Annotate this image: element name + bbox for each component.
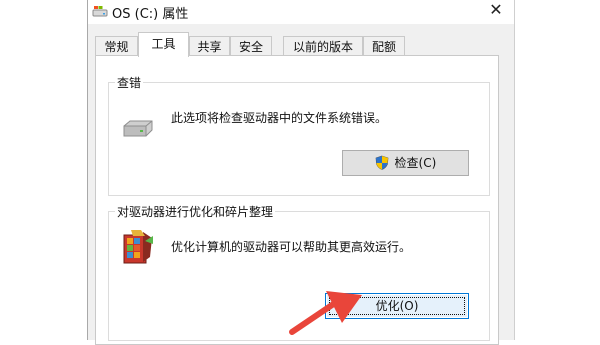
drive-icon <box>121 118 155 144</box>
tab-security-label: 安全 <box>238 40 263 54</box>
close-button[interactable]: ✕ <box>486 0 506 20</box>
defrag-icon <box>121 229 155 269</box>
desktop-background-left <box>0 0 87 340</box>
check-button[interactable]: 检查(C) <box>342 150 469 176</box>
tab-quota[interactable]: 配额 <box>363 36 405 56</box>
drive-window-icon <box>92 4 108 18</box>
window-title: OS (C:) 属性 <box>112 7 189 22</box>
tab-previous-versions-label: 以前的版本 <box>292 40 353 54</box>
close-icon: ✕ <box>489 0 503 19</box>
tab-security[interactable]: 安全 <box>230 36 272 56</box>
error-check-description: 此选项将检查驱动器中的文件系统错误。 <box>171 111 388 125</box>
tab-general[interactable]: 常规 <box>95 36 138 56</box>
check-button-label: 检查(C) <box>394 156 437 170</box>
uac-shield-icon <box>375 154 389 178</box>
optimize-description: 优化计算机的驱动器可以帮助其更高效运行。 <box>171 240 412 254</box>
tab-previous-versions[interactable]: 以前的版本 <box>283 36 363 56</box>
tab-quota-label: 配额 <box>371 40 396 54</box>
tab-sharing[interactable]: 共享 <box>189 36 230 56</box>
tab-general-label: 常规 <box>104 40 129 54</box>
tab-sharing-label: 共享 <box>197 40 222 54</box>
error-check-group-label: 查错 <box>115 74 144 91</box>
annotation-arrow-icon <box>289 291 362 335</box>
error-check-group: 查错 此选项将检查驱动器中的文件系统错误。 检查(C) <box>108 74 490 196</box>
tab-tools[interactable]: 工具 <box>138 32 189 57</box>
title-bar[interactable]: OS (C:) 属性 <box>88 0 514 24</box>
optimize-group-label: 对驱动器进行优化和碎片整理 <box>115 203 276 220</box>
desktop-background-right <box>515 0 600 340</box>
window-border-right <box>514 0 515 340</box>
tab-tools-label: 工具 <box>151 37 176 51</box>
